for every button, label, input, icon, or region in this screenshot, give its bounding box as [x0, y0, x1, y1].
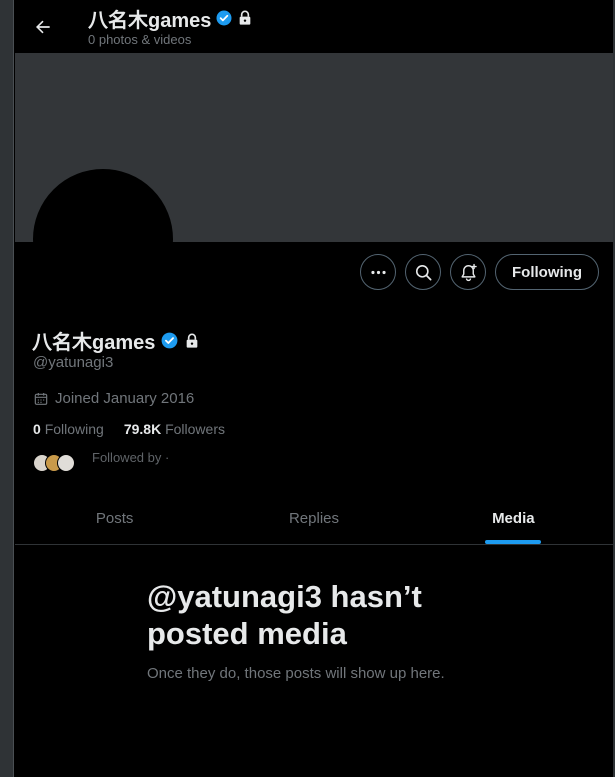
tab-label: Media [492, 509, 535, 527]
profile-avatar[interactable] [33, 169, 173, 309]
tab-label: Replies [288, 509, 339, 527]
protected-lock-icon [237, 10, 253, 26]
tab-label: Posts [95, 509, 134, 527]
empty-state-title: @yatunagi3 hasn’t posted media [147, 579, 422, 651]
back-button[interactable] [23, 7, 63, 47]
following-label: Following [44, 421, 104, 437]
following-link[interactable]: 0 Following [33, 421, 104, 437]
followers-count: 79.8K [123, 421, 162, 437]
more-dots-icon [370, 270, 386, 274]
active-tab-indicator [485, 540, 542, 544]
followers-link[interactable]: 79.8K Followers [124, 421, 225, 437]
header-display-name: 八名木games [88, 6, 253, 32]
profile-actions: Following [360, 254, 599, 290]
followers-label: Followers [165, 421, 225, 437]
header-name-text: 八名木games [88, 9, 212, 32]
follower-avatar [57, 454, 75, 472]
profile-handle: @yatunagi3 [33, 354, 114, 371]
bell-plus-icon [460, 263, 477, 281]
followed-by-row[interactable]: Followed by · [33, 452, 433, 472]
joined-date: Joined January 2016 [33, 390, 194, 407]
profile-header-bar: 八名木games 0 photos & videos [15, 0, 613, 53]
following-button[interactable]: Following [495, 254, 599, 290]
header-titles: 八名木games 0 photos & videos [88, 6, 253, 47]
joined-text: Joined January 2016 [55, 390, 195, 407]
search-icon [415, 264, 432, 280]
verified-badge-icon[interactable] [160, 331, 179, 350]
profile-display-name: 八名木games [32, 326, 200, 355]
back-arrow-icon [36, 20, 50, 33]
more-options-button[interactable] [360, 254, 397, 290]
followed-by-text: Followed by · [92, 452, 170, 465]
protected-lock-icon [184, 333, 200, 349]
empty-state-subtitle: Once they do, those posts will show up h… [147, 665, 445, 682]
following-count: 0 [33, 421, 41, 437]
follow-stats: 0 Following 79.8K Followers [33, 421, 225, 437]
verified-badge-icon [215, 9, 233, 27]
empty-state: @yatunagi3 hasn’t posted media Once they… [147, 578, 507, 682]
header-media-count: 0 photos & videos [88, 32, 192, 47]
profile-name-text: 八名木games [32, 332, 156, 354]
left-window-rail [0, 0, 14, 777]
tab-media[interactable]: Media [414, 492, 613, 544]
tab-replies[interactable]: Replies [214, 492, 413, 544]
profile-tabs: Posts Replies Media [15, 492, 613, 545]
tab-posts[interactable]: Posts [15, 492, 214, 544]
followed-by-avatars [33, 452, 79, 472]
search-profile-button[interactable] [405, 254, 442, 290]
notifications-button[interactable] [450, 254, 487, 290]
calendar-icon [34, 392, 48, 405]
